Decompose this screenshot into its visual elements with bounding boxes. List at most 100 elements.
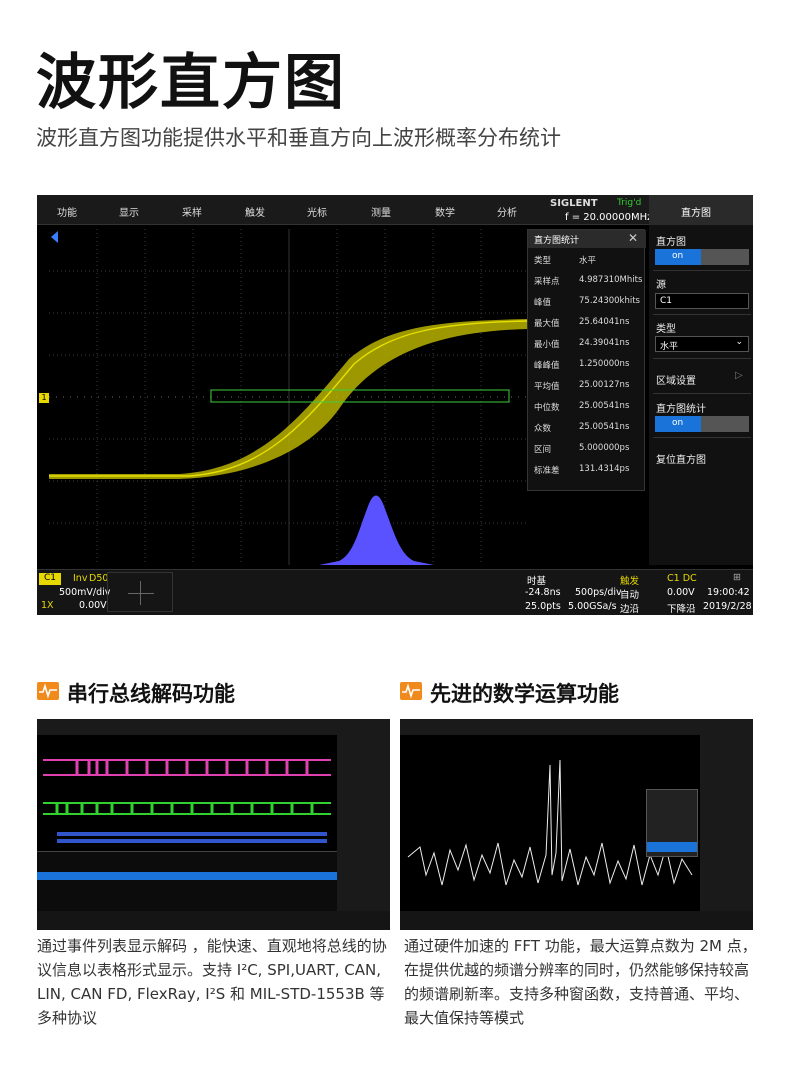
impedance-flag: D50 [89,573,109,584]
stat-value: 水平 [579,256,597,266]
add-channel-button[interactable] [107,572,173,612]
histogram-toggle[interactable]: on [655,249,749,265]
trigger-source: C1 DC [667,573,697,584]
stat-label: 众数 [534,424,552,434]
invert-flag: Inv [73,573,88,584]
stat-value: 131.4314ps [579,464,630,474]
timebase-scale: 500ps/div [575,587,622,598]
fft-screenshot [400,719,753,930]
decode-description: 通过事件列表显示解码 ，能快速、直观地将总线的协议信息以表格形式显示。支持 I²… [37,937,387,1027]
histogram-region [210,389,510,403]
stat-value: 75.24300khits [579,296,640,306]
type-label: 类型 [656,324,676,335]
trigger-position-marker[interactable] [51,231,58,243]
histogram-bars [319,495,434,565]
stat-label: 峰值 [534,298,552,308]
waveform-grid[interactable] [49,229,527,565]
timebase-label: 时基 [527,576,547,587]
volts-per-div: 500mV/div [59,587,111,598]
status-bar: C1 Inv D50 500mV/div 1X 0.00V 时基 -24.8ns… [37,569,753,615]
trigger-label: 触发 [620,576,640,587]
stat-label: 采样点 [534,277,560,287]
stat-label: 中位数 [534,403,560,413]
stat-value: 24.39041ns [579,338,630,348]
stat-value: 4.987310Mhits [579,275,643,285]
menu-function[interactable]: 功能 [57,204,77,219]
stat-label: 峰峰值 [534,361,560,371]
source-select[interactable]: C1 [655,293,749,309]
stat-row: 平均值 25.00127ns [534,380,644,392]
stat-value: 25.64041ns [579,317,630,327]
close-icon[interactable]: ✕ [628,231,638,245]
region-settings[interactable]: 区域设置 [656,372,696,387]
stat-row: 最小值 24.39041ns [534,338,644,350]
trigger-slope: 下降沿 [667,604,696,615]
stat-row: 众数 25.00541ns [534,422,644,434]
stat-label: 类型 [534,256,552,266]
menu-trigger[interactable]: 触发 [245,204,265,219]
stats-label: 直方图统计 [656,404,706,415]
decode-screenshot [37,719,390,930]
menu-math[interactable]: 数学 [435,204,455,219]
decode-waveforms [43,759,331,843]
stat-label: 平均值 [534,382,560,392]
chevron-down-icon: ⌄ [735,337,743,347]
type-select[interactable]: 水平 ⌄ [655,336,749,352]
stat-row: 标准差 131.4314ps [534,464,644,476]
chevron-right-icon: ▷ [735,370,743,381]
math-description: 通过硬件加速的 FFT 功能，最大运算点数为 2M 点，在提供优越的频谱分辨率的… [404,937,757,1027]
stat-value: 25.00541ns [579,422,630,432]
trigger-status: Trig'd [617,198,642,208]
panel-title: 直方图 [681,208,711,219]
stat-row: 采样点 4.987310Mhits [534,275,644,287]
clock-time: 19:00:42 [707,587,750,598]
math-section-title: 先进的数学运算功能 [430,682,619,706]
stat-row: 类型 水平 [534,254,644,266]
network-icon: ⊞ [733,572,741,583]
frequency-readout: f = 20.00000MHz [565,212,653,223]
memory-points: 25.0pts [525,601,561,612]
stat-label: 区间 [534,445,552,455]
stat-row: 峰峰值 1.250000ns [534,359,644,371]
pulse-icon [400,682,422,700]
menu-analysis[interactable]: 分析 [497,204,517,219]
oscilloscope-screen: 功能 显示 采样 触发 光标 测量 数学 分析 SIGLENT Trig'd f… [37,195,753,615]
pulse-icon [37,682,59,700]
stat-label: 最大值 [534,319,560,329]
stat-value: 5.000000ps [579,443,630,453]
clock-date: 2019/2/28 [703,601,752,612]
stats-toggle[interactable]: on [655,416,749,432]
timebase-delay: -24.8ns [525,587,561,598]
stat-label: 最小值 [534,340,560,350]
histogram-stats-window: 直方图统计 ✕ 类型 水平 采样点 4.987310Mhits 峰值 75.24300kh… [527,229,646,491]
sample-rate: 5.00GSa/s [568,601,617,612]
page-subtitle: 波形直方图功能提供水平和垂直方向上波形概率分布统计 [36,126,561,150]
channel-marker[interactable]: 1 [39,393,49,403]
reset-histogram-button[interactable]: 复位直方图 [656,451,706,466]
menu-acquire[interactable]: 采样 [182,204,202,219]
stat-row: 最大值 25.64041ns [534,317,644,329]
waveform-band [49,319,527,479]
stat-row: 峰值 75.24300khits [534,296,644,308]
page-title: 波形直方图 [36,48,346,118]
trigger-type: 边沿 [620,604,640,615]
stat-row: 区间 5.000000ps [534,443,644,455]
stat-row: 中位数 25.00541ns [534,401,644,413]
trigger-mode: 自动 [620,590,640,601]
histogram-menu: 直方图 on 源 C1 类型 水平 ⌄ 区域设置 ▷ 直方图统计 on 复位直方图 [649,225,753,565]
panel-title-bar: 直方图 [649,195,753,225]
stat-value: 25.00127ns [579,380,630,390]
channel-offset: 0.00V [79,600,107,611]
channel-badge[interactable]: C1 [39,573,61,585]
decode-section-title: 串行总线解码功能 [67,682,235,706]
menu-measure[interactable]: 测量 [371,204,391,219]
stat-label: 标准差 [534,466,560,476]
histogram-label: 直方图 [656,237,686,248]
menu-bar: 功能 显示 采样 触发 光标 测量 数学 分析 SIGLENT Trig'd f… [37,195,753,225]
menu-display[interactable]: 显示 [119,204,139,219]
menu-cursor[interactable]: 光标 [307,204,327,219]
trigger-level: 0.00V [667,587,695,598]
source-label: 源 [656,280,666,291]
stat-value: 25.00541ns [579,401,630,411]
probe-ratio: 1X [41,600,54,611]
